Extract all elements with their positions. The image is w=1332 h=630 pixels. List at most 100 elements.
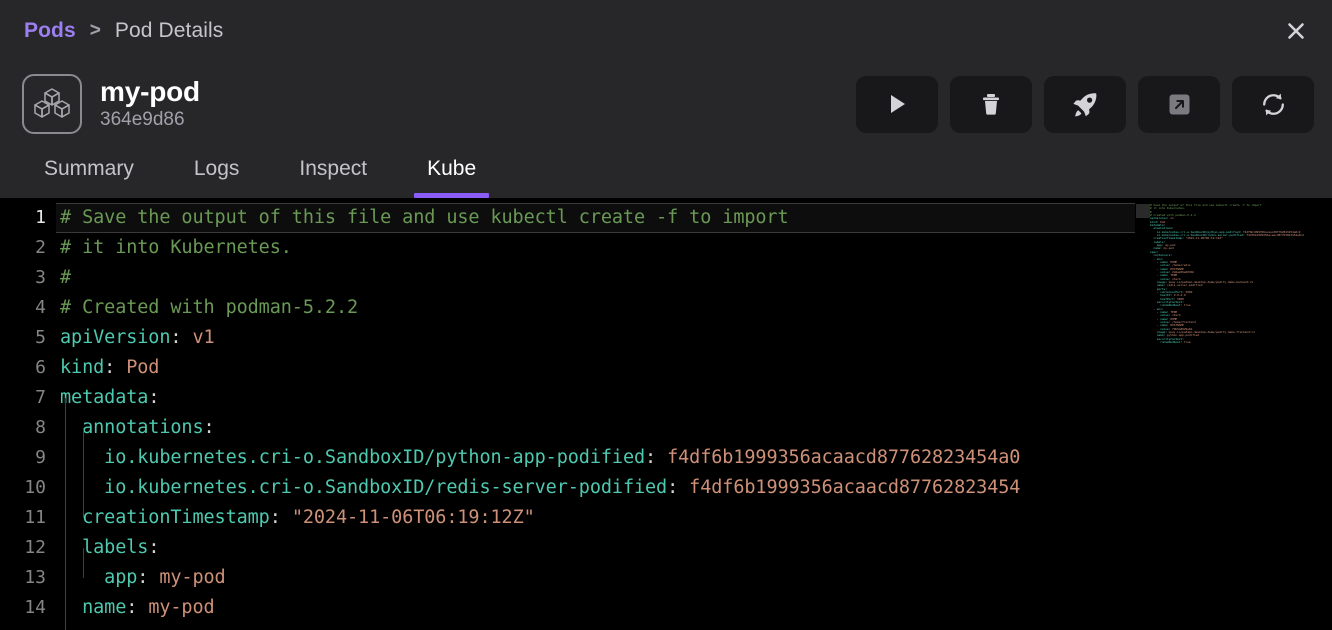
editor-minimap[interactable]: # Save the output of this file and use k… xyxy=(1136,198,1332,630)
close-icon xyxy=(1285,20,1307,42)
token-punct: : xyxy=(270,507,292,528)
token-punct xyxy=(60,537,82,558)
token-punct: : xyxy=(204,417,215,438)
token-punct: : xyxy=(126,597,148,618)
pod-cubes-icon xyxy=(22,74,82,134)
token-comment: # it into Kubernetes. xyxy=(60,237,292,258)
token-key: app xyxy=(104,567,137,588)
delete-pod-button[interactable] xyxy=(950,76,1032,133)
tab-inspect[interactable]: Inspect xyxy=(283,146,383,198)
token-punct xyxy=(60,417,82,438)
line-number: 5 xyxy=(0,323,56,353)
tab-summary[interactable]: Summary xyxy=(28,146,150,198)
token-punct: : xyxy=(148,537,159,558)
token-punct: : xyxy=(137,567,159,588)
minimap-token: true xyxy=(1184,340,1191,344)
token-punct xyxy=(60,597,82,618)
line-number: 7 xyxy=(0,383,56,413)
open-external-icon xyxy=(1167,92,1192,117)
tab-logs[interactable]: Logs xyxy=(178,146,256,198)
minimap-token: 5000 xyxy=(1186,290,1193,294)
pod-details-window: Pods > Pod Details xyxy=(0,0,1332,630)
minimap-token: f4df6b1999356acaacd87762823454a0c2 xyxy=(1246,233,1303,237)
tab-kube-label: Kube xyxy=(427,157,476,181)
line-number: 4 xyxy=(0,293,56,323)
minimap-token: true xyxy=(1184,303,1191,307)
tab-summary-label: Summary xyxy=(44,157,134,181)
indent-guide xyxy=(83,428,84,518)
indent-guide xyxy=(65,398,66,630)
line-number: 12 xyxy=(0,533,56,563)
token-punct xyxy=(60,507,82,528)
pod-title-block: my-pod 364e9d86 xyxy=(100,76,200,132)
breadcrumb-link-pods[interactable]: Pods xyxy=(24,19,76,43)
token-value: f4df6b1999356acaacd87762823454 xyxy=(689,477,1020,498)
minimap-line: runAsNonRoot: true xyxy=(1136,341,1332,344)
token-key: io.kubernetes.cri-o.SandboxID/redis-serv… xyxy=(104,477,667,498)
trash-icon xyxy=(978,91,1004,117)
breadcrumb-separator: > xyxy=(90,20,101,42)
pod-cubes-glyph xyxy=(33,87,71,121)
token-value: my-pod xyxy=(148,597,214,618)
pod-actions-toolbar xyxy=(856,76,1314,133)
minimap-token: my-pod xyxy=(1164,246,1174,250)
minimap-token xyxy=(1150,340,1160,344)
minimap-lines: # Save the output of this file and use k… xyxy=(1136,204,1332,344)
run-pod-button[interactable] xyxy=(856,76,938,133)
token-comment: # Save the output of this file and use k… xyxy=(60,207,789,228)
editor-line-number-gutter: 1234567891011121314 xyxy=(0,198,56,630)
page-title: my-pod xyxy=(100,76,200,107)
minimap-slider[interactable] xyxy=(1136,204,1150,218)
token-value: Pod xyxy=(126,357,159,378)
token-value: f4df6b1999356acaacd87762823454a0 xyxy=(667,447,1020,468)
pod-detail-tabs: Summary Logs Inspect Kube xyxy=(0,146,1332,198)
open-browser-button[interactable] xyxy=(1138,76,1220,133)
token-key: name xyxy=(82,597,126,618)
minimap-token: : xyxy=(1170,253,1172,257)
minimap-token: runAsNonRoot xyxy=(1160,340,1180,344)
line-number: 11 xyxy=(0,503,56,533)
token-key: labels xyxy=(82,537,148,558)
breadcrumb: Pods > Pod Details xyxy=(0,0,1332,62)
line-number: 10 xyxy=(0,473,56,503)
close-button[interactable] xyxy=(1278,13,1314,49)
line-number: 8 xyxy=(0,413,56,443)
token-value: "2024-11-06T06:19:12Z" xyxy=(292,507,535,528)
token-key: apiVersion xyxy=(60,327,170,348)
token-key: kind xyxy=(60,357,104,378)
token-comment: # xyxy=(60,267,71,288)
line-number: 1 xyxy=(0,203,56,233)
play-icon xyxy=(884,91,910,117)
deploy-to-kube-button[interactable] xyxy=(1044,76,1126,133)
refresh-icon xyxy=(1260,91,1287,118)
token-key: creationTimestamp xyxy=(82,507,270,528)
token-punct: : xyxy=(170,327,192,348)
line-number: 9 xyxy=(0,443,56,473)
token-value: v1 xyxy=(192,327,214,348)
minimap-token: "2024-11-06T06:19:12Z" xyxy=(1186,236,1223,240)
minimap-token: v1 xyxy=(1170,216,1173,220)
minimap-token: # it into Kubernetes. xyxy=(1150,206,1186,210)
line-number: 13 xyxy=(0,563,56,593)
pod-header: my-pod 364e9d86 xyxy=(0,62,1332,146)
indent-guide xyxy=(83,548,84,578)
token-key: metadata xyxy=(60,387,148,408)
line-number: 2 xyxy=(0,233,56,263)
pod-id: 364e9d86 xyxy=(100,108,200,132)
line-number: 14 xyxy=(0,593,56,623)
token-value: my-pod xyxy=(159,567,225,588)
token-punct: : xyxy=(104,357,126,378)
line-number: 3 xyxy=(0,263,56,293)
token-punct: : xyxy=(645,447,667,468)
breadcrumb-current-pod-details: Pod Details xyxy=(115,19,224,43)
kube-yaml-editor[interactable]: 1234567891011121314 # Save the output of… xyxy=(0,198,1332,630)
token-key: annotations xyxy=(82,417,203,438)
minimap-token: redis-server-podified xyxy=(1167,283,1203,287)
tab-kube[interactable]: Kube xyxy=(411,146,492,198)
token-key: io.kubernetes.cri-o.SandboxID/python-app… xyxy=(104,447,645,468)
restart-pod-button[interactable] xyxy=(1232,76,1314,133)
line-number: 6 xyxy=(0,353,56,383)
token-punct: : xyxy=(667,477,689,498)
token-comment: # Created with podman-5.2.2 xyxy=(60,297,358,318)
tab-inspect-label: Inspect xyxy=(299,157,367,181)
